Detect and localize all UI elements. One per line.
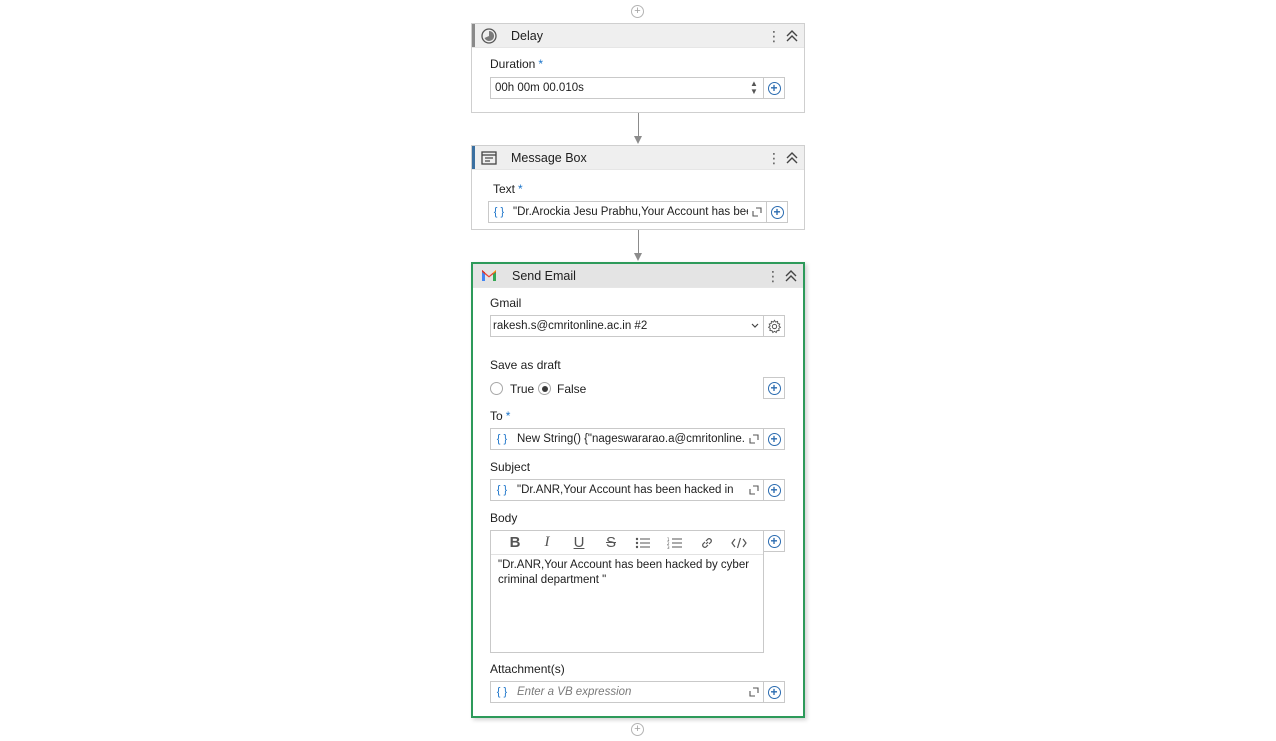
underline-icon[interactable]: U xyxy=(563,532,595,554)
gmail-icon xyxy=(482,270,496,281)
delay-more-options-icon[interactable]: ⋮ xyxy=(767,27,781,45)
to-value: New String() {"nageswararao.a@cmritonlin… xyxy=(517,433,745,445)
numbered-list-icon[interactable]: 123 xyxy=(659,532,691,554)
expression-braces-icon: { } xyxy=(493,206,505,218)
subject-label: Subject xyxy=(490,460,531,474)
save-as-draft-false-radio[interactable] xyxy=(538,382,551,395)
expand-editor-icon[interactable] xyxy=(745,479,763,501)
connector-line xyxy=(638,113,639,137)
connector-line xyxy=(638,230,639,254)
attachments-input[interactable]: { } Enter a VB expression xyxy=(490,681,764,703)
rich-text-toolbar: B I U S 123 xyxy=(491,531,763,555)
save-as-draft-label: Save as draft xyxy=(490,358,561,372)
save-as-draft-add-variable-button[interactable]: + xyxy=(763,377,785,399)
insert-activity-bottom-icon[interactable]: + xyxy=(631,723,644,736)
subject-input[interactable]: { } "Dr.ANR,Your Account has been hacked… xyxy=(490,479,764,501)
clock-icon xyxy=(481,28,497,44)
gmail-account-value: rakesh.s@cmritonline.ac.in #2 xyxy=(493,320,648,332)
plus-circle-icon: + xyxy=(767,432,781,446)
radio-true-label[interactable]: True xyxy=(510,382,534,396)
expand-editor-icon[interactable] xyxy=(748,201,766,223)
text-label: Text * xyxy=(493,182,523,196)
save-as-draft-true-radio[interactable] xyxy=(490,382,503,395)
message-text-value: "Dr.Arockia Jesu Prabhu,Your Account has… xyxy=(513,206,748,218)
send-email-more-options-icon[interactable]: ⋮ xyxy=(766,267,780,285)
plus-circle-icon: + xyxy=(767,534,781,548)
to-input[interactable]: { } New String() {"nageswararao.a@cmrito… xyxy=(490,428,764,450)
send-email-collapse-icon[interactable] xyxy=(784,267,798,285)
insert-activity-top-icon[interactable]: + xyxy=(631,5,644,18)
bullet-list-icon[interactable] xyxy=(627,532,659,554)
subject-add-variable-button[interactable]: + xyxy=(763,479,785,501)
gmail-settings-button[interactable] xyxy=(763,315,785,337)
body-add-variable-button[interactable]: + xyxy=(763,530,785,552)
plus-circle-icon: + xyxy=(767,81,781,95)
svg-text:3: 3 xyxy=(667,545,670,549)
attachments-label: Attachment(s) xyxy=(490,662,565,676)
attachments-placeholder: Enter a VB expression xyxy=(517,686,632,698)
duration-value: 00h 00m 00.010s xyxy=(495,82,584,94)
step-down-icon[interactable]: ▼ xyxy=(750,88,758,96)
link-icon[interactable] xyxy=(691,532,723,554)
attachments-add-variable-button[interactable]: + xyxy=(763,681,785,703)
delay-collapse-icon[interactable] xyxy=(785,27,799,45)
connector-arrow-icon xyxy=(634,253,642,261)
strikethrough-icon[interactable]: S xyxy=(595,532,627,554)
plus-circle-icon: + xyxy=(767,483,781,497)
plus-circle-icon: + xyxy=(767,381,781,395)
gear-icon xyxy=(767,319,781,333)
gmail-account-select[interactable]: rakesh.s@cmritonline.ac.in #2 xyxy=(490,315,764,337)
italic-icon[interactable]: I xyxy=(531,532,563,554)
message-box-icon xyxy=(481,151,497,165)
message-box-more-options-icon[interactable]: ⋮ xyxy=(767,149,781,167)
chevron-down-icon[interactable] xyxy=(747,321,763,331)
body-label: Body xyxy=(490,511,518,525)
connector-arrow-icon xyxy=(634,136,642,144)
message-box-header[interactable]: Message Box ⋮ xyxy=(472,146,804,170)
expression-braces-icon: { } xyxy=(496,686,508,698)
message-text-input[interactable]: { } "Dr.Arockia Jesu Prabhu,Your Account… xyxy=(488,201,767,223)
bold-icon[interactable]: B xyxy=(499,532,531,554)
to-label: To * xyxy=(490,409,511,423)
duration-stepper[interactable]: ▲ ▼ xyxy=(745,78,763,98)
body-value[interactable]: "Dr.ANR,Your Account has been hacked by … xyxy=(491,555,763,591)
gmail-label: Gmail xyxy=(490,296,522,310)
plus-circle-icon: + xyxy=(770,205,784,219)
send-email-header[interactable]: Send Email ⋮ xyxy=(473,264,803,288)
duration-label: Duration * xyxy=(490,57,544,71)
send-email-title: Send Email xyxy=(512,269,576,283)
delay-header[interactable]: Delay ⋮ xyxy=(472,24,804,48)
code-icon[interactable] xyxy=(723,532,755,554)
expand-editor-icon[interactable] xyxy=(745,428,763,450)
expression-braces-icon: { } xyxy=(496,433,508,445)
message-text-add-variable-button[interactable]: + xyxy=(766,201,788,223)
subject-value: "Dr.ANR,Your Account has been hacked in xyxy=(517,484,734,496)
duration-input[interactable]: 00h 00m 00.010s ▲ ▼ xyxy=(490,77,764,99)
delay-title: Delay xyxy=(511,29,543,43)
to-add-variable-button[interactable]: + xyxy=(763,428,785,450)
message-box-title: Message Box xyxy=(511,151,587,165)
radio-false-label[interactable]: False xyxy=(557,382,586,396)
duration-add-variable-button[interactable]: + xyxy=(763,77,785,99)
plus-circle-icon: + xyxy=(767,685,781,699)
expand-editor-icon[interactable] xyxy=(745,681,763,703)
body-rich-text-editor[interactable]: B I U S 123 "Dr.ANR,Your Account has bee… xyxy=(490,530,764,653)
message-box-collapse-icon[interactable] xyxy=(785,149,799,167)
expression-braces-icon: { } xyxy=(496,484,508,496)
